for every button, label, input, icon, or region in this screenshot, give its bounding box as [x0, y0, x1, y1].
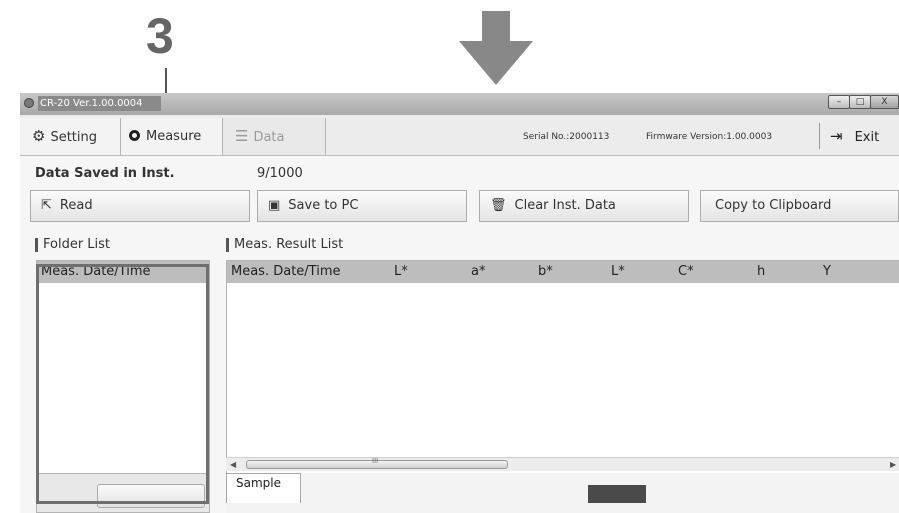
col-c-star[interactable]: C*: [678, 261, 694, 283]
copy-to-clipboard-button[interactable]: Copy to Clipboard: [700, 190, 899, 222]
exit-icon: ⇥: [830, 127, 843, 145]
folder-list-heading: Folder List: [35, 238, 110, 252]
exit-button[interactable]: ⇥ Exit: [824, 118, 899, 155]
tab-data-label: Data: [253, 130, 285, 145]
callout-highlight-box: [36, 264, 209, 504]
horizontal-scrollbar[interactable]: ◀ III ▶: [226, 457, 899, 471]
tab-measure[interactable]: Measure: [121, 118, 223, 155]
result-list-panel[interactable]: Meas. Date/Time L* a* b* L* C* h Y: [226, 260, 899, 475]
scroll-thumb[interactable]: III: [246, 457, 508, 469]
window-title: CR-20 Ver.1.00.0004: [38, 96, 161, 111]
title-bar: CR-20 Ver.1.00.0004 – □ X: [20, 93, 899, 116]
scroll-left-icon[interactable]: ◀: [230, 458, 236, 471]
tab-data[interactable]: ☰ Data: [223, 118, 326, 155]
measure-icon: [129, 130, 140, 141]
read-label: Read: [59, 198, 93, 213]
clear-label: Clear Inst. Data: [514, 198, 616, 213]
firmware-version: Firmware Version:1.00.0003: [646, 132, 773, 142]
read-button[interactable]: ⇱ Read: [30, 190, 250, 222]
clear-inst-data-button[interactable]: 🗑 Clear Inst. Data: [479, 190, 689, 222]
col-l-star-2[interactable]: L*: [611, 261, 625, 283]
col-meas-date-time[interactable]: Meas. Date/Time: [231, 261, 340, 283]
down-arrow-icon: [459, 11, 533, 85]
gear-icon: ⚙: [32, 127, 46, 145]
step-number-annotation: 3: [146, 8, 174, 64]
save-icon: ▣: [268, 198, 281, 213]
save-label: Save to PC: [288, 198, 359, 213]
read-icon: ⇱: [41, 198, 52, 213]
col-b-star[interactable]: b*: [538, 261, 553, 283]
toolbar: ⚙ Setting Measure ☰ Data Serial No.:200011…: [20, 115, 899, 156]
tab-setting-label: Setting: [50, 130, 98, 145]
tab-sample[interactable]: Sample: [226, 473, 301, 503]
minimize-button[interactable]: –: [828, 95, 850, 109]
bottom-tab-area: Sample: [226, 473, 899, 513]
tab-setting[interactable]: ⚙ Setting: [20, 118, 121, 155]
serial-number: Serial No.:2000113: [523, 132, 610, 142]
list-icon: ☰: [235, 127, 249, 145]
col-h[interactable]: h: [757, 261, 765, 283]
exit-label: Exit: [854, 130, 880, 145]
save-to-pc-button[interactable]: ▣ Save to PC: [257, 190, 467, 222]
scroll-grip: III: [372, 457, 379, 465]
close-button[interactable]: X: [870, 95, 899, 109]
copy-label: Copy to Clipboard: [715, 198, 832, 213]
bottom-value-box: [588, 485, 646, 503]
col-y[interactable]: Y: [823, 261, 831, 283]
data-saved-label: Data Saved in Inst.: [35, 166, 175, 181]
toolbar-divider: [819, 123, 820, 149]
result-list-heading: Meas. Result List: [226, 238, 343, 252]
maximize-button[interactable]: □: [849, 95, 871, 109]
trash-icon: 🗑: [490, 198, 507, 213]
col-a-star[interactable]: a*: [471, 261, 485, 283]
result-column-header-row: Meas. Date/Time L* a* b* L* C* h Y: [227, 261, 899, 283]
app-icon: [24, 98, 34, 108]
tab-measure-label: Measure: [146, 129, 202, 144]
scroll-right-icon[interactable]: ▶: [890, 458, 896, 471]
data-saved-count: 9/1000: [257, 166, 303, 181]
col-l-star[interactable]: L*: [394, 261, 408, 283]
